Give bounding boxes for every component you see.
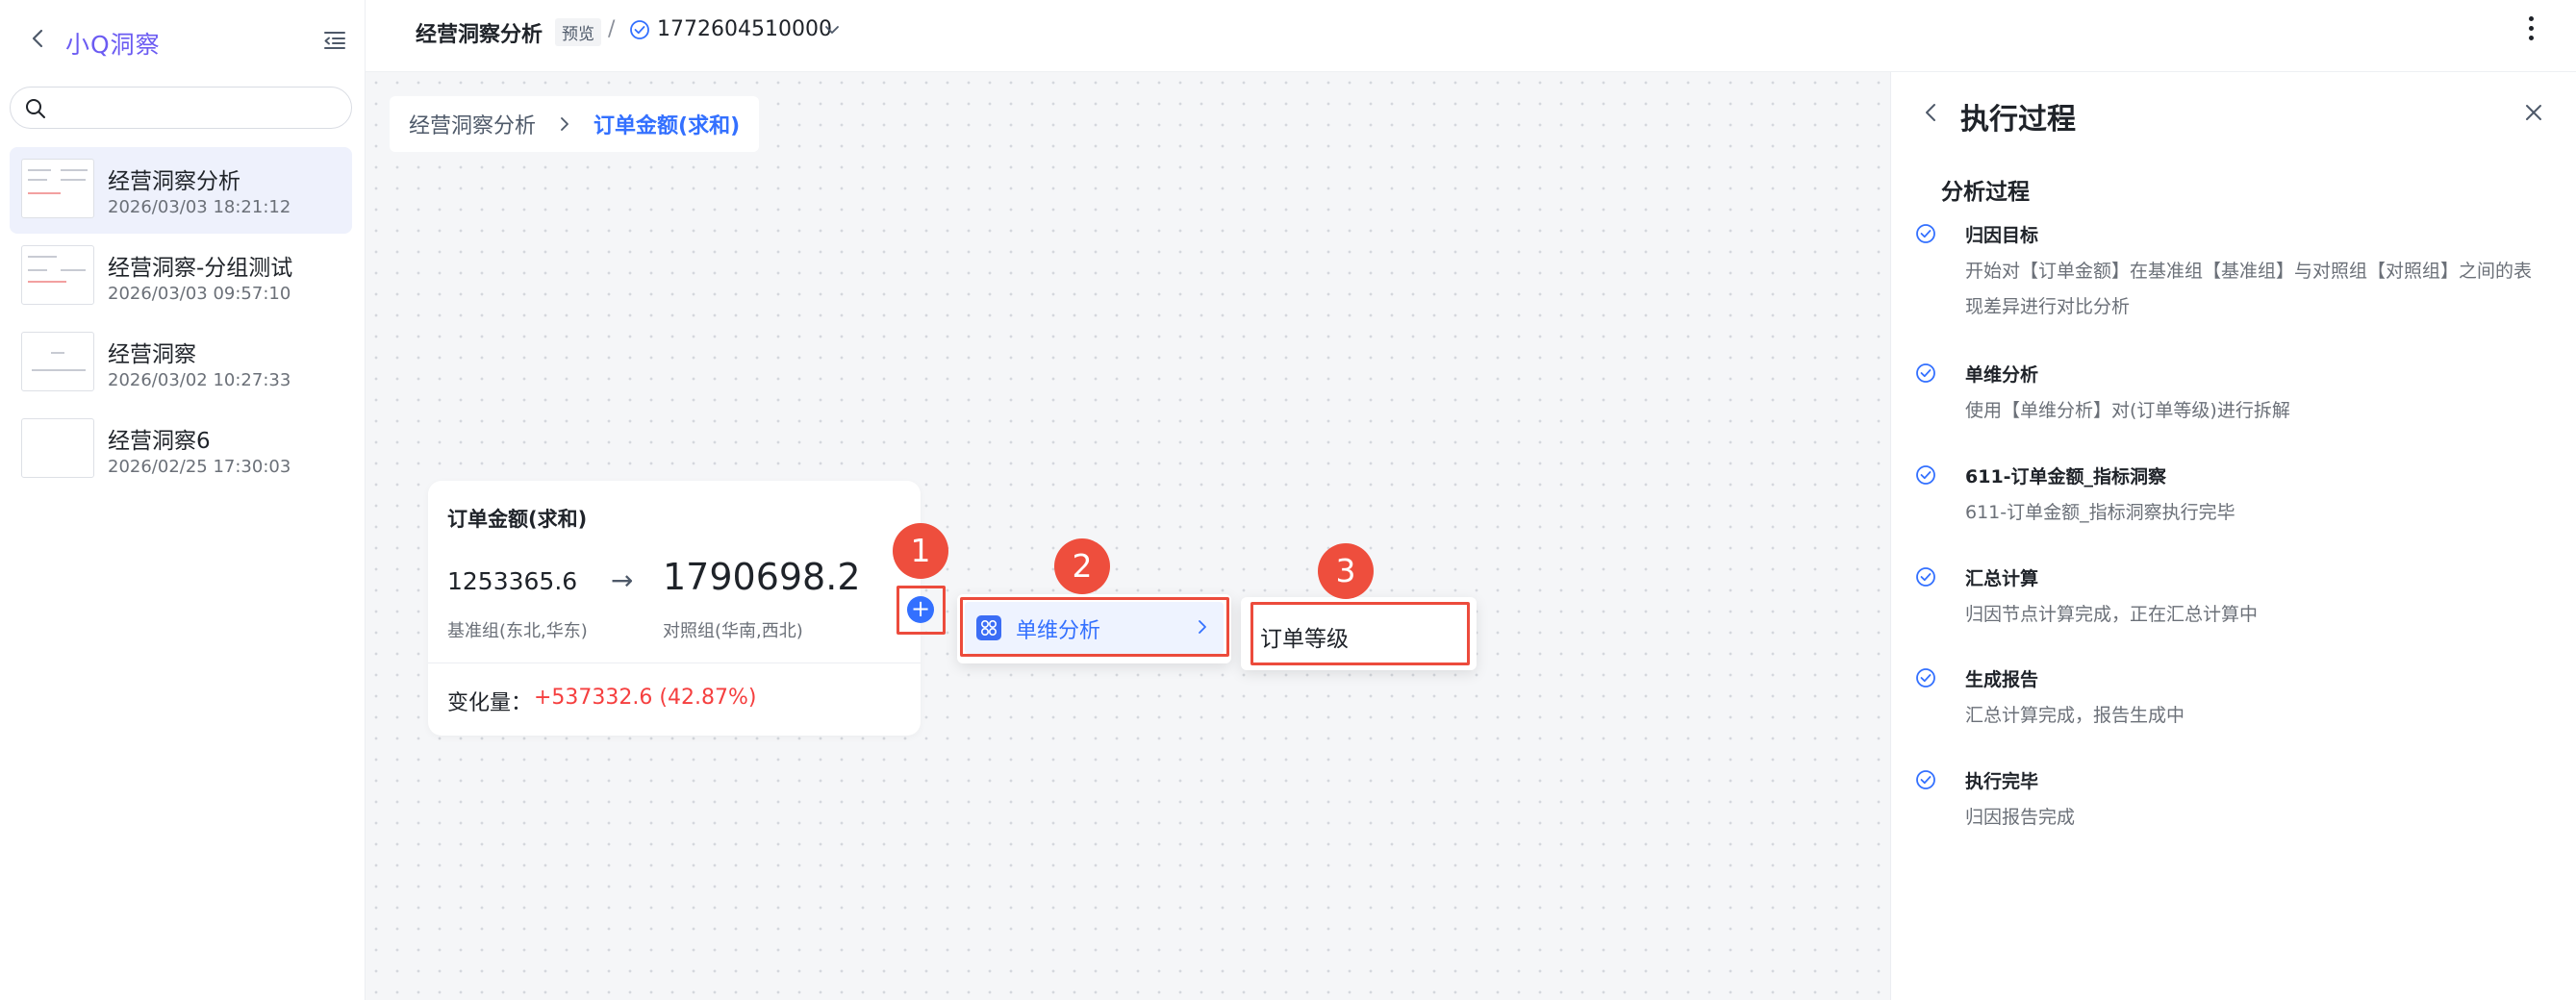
chevron-down-icon[interactable] [823,21,841,38]
divider [428,662,921,663]
check-circle-icon [1916,465,1935,485]
metric-node-card[interactable]: 订单金额(求和) 1253365.6 → 1790698.2 基准组(东北,华东… [428,481,921,736]
chevron-left-icon[interactable] [27,27,50,50]
session-item[interactable]: 经营洞察分析 2026/03/03 18:21:12 [10,147,352,234]
change-value: +537332.6 (42.87%) [534,686,757,710]
execution-panel: 执行过程 分析过程 归因目标 开始对【订单金额】在基准组【基准组】与对照组【对照… [1890,72,2576,1000]
close-icon[interactable] [2522,101,2545,124]
step-description: 汇总计算完成，报告生成中 [1965,705,2185,726]
session-item[interactable]: 经营洞察6 2026/02/25 17:30:03 [10,407,352,493]
breadcrumb-current: 订单金额(求和) [593,114,741,138]
step-marker: 2 [1054,538,1110,594]
step-description: 611-订单金额_指标洞察执行完毕 [1965,502,2235,523]
base-group-label: 基准组(东北,华东) [447,621,588,641]
search-icon [26,99,45,118]
step-marker: 3 [1318,543,1374,599]
step-description: 归因报告完成 [1965,807,2076,828]
version-selector[interactable]: 1772604510000 [657,17,832,41]
session-item[interactable]: 经营洞察 2026/03/02 10:27:33 [10,320,352,407]
step-title: 汇总计算 [1965,568,2039,589]
highlight-box [960,597,1229,657]
check-circle-icon [1916,363,1935,383]
check-circle-icon [1916,224,1935,243]
page-title: 经营洞察分析 [416,23,543,47]
breadcrumb: 经营洞察分析 订单金额(求和) [390,96,760,152]
panel-title: 执行过程 [1960,103,2076,137]
step-title: 生成报告 [1965,669,2039,690]
session-title: 经营洞察分析 [108,169,240,194]
step-title: 执行完毕 [1965,771,2039,792]
session-date: 2026/03/02 10:27:33 [108,370,291,390]
sidebar-header: 小Q洞察 [0,0,366,87]
session-thumbnail [21,418,94,478]
step-description: 开始对【订单金额】在基准组【基准组】与对照组【对照组】之间的表现差异进行对比分析 [1965,261,2533,317]
session-thumbnail [21,245,94,305]
session-thumbnail [21,332,94,391]
step-description: 归因节点计算完成，正在汇总计算中 [1965,604,2259,625]
step-title: 611-订单金额_指标洞察 [1965,466,2167,488]
panel-subtitle: 分析过程 [1941,180,2030,205]
session-title: 经营洞察-分组测试 [108,256,293,281]
preview-badge: 预览 [555,18,601,46]
search-box[interactable] [10,87,352,129]
node-title: 订单金额(求和) [447,508,588,531]
analysis-canvas[interactable]: 经营洞察分析 订单金额(求和) 订单金额(求和) 1253365.6 → 179… [366,72,1890,1000]
step-title: 归因目标 [1965,225,2039,246]
check-circle-icon [1916,770,1935,789]
top-bar: 经营洞察分析 预览 / 1772604510000 [366,0,2576,72]
step-marker: 1 [893,523,948,579]
session-item[interactable]: 经营洞察-分组测试 2026/03/03 09:57:10 [10,234,352,320]
session-title: 经营洞察6 [108,429,211,454]
sidebar: 小Q洞察 经营洞察分析 2026/03/03 18:21:12 经营洞察-分组测… [0,0,366,1000]
check-circle-icon [1916,668,1935,688]
compare-group-label: 对照组(华南,西北) [663,621,803,641]
step-description: 使用【单维分析】对(订单等级)进行拆解 [1965,400,2290,421]
chevron-left-icon[interactable] [1920,101,1943,124]
app-name: 小Q洞察 [65,31,161,59]
highlight-box [897,586,946,635]
change-label: 变化量： [447,691,533,715]
step-title: 单维分析 [1965,364,2039,386]
session-date: 2026/02/25 17:30:03 [108,457,291,477]
breadcrumb-separator: / [608,17,616,41]
compare-value: 1790698.2 [663,556,861,598]
session-date: 2026/03/03 09:57:10 [108,284,291,304]
session-title: 经营洞察 [108,342,196,367]
check-circle-icon [630,20,649,39]
session-date: 2026/03/03 18:21:12 [108,197,291,217]
breadcrumb-root[interactable]: 经营洞察分析 [409,109,536,139]
highlight-box [1250,602,1470,665]
more-menu-icon[interactable] [2525,13,2537,48]
collapse-sidebar-icon[interactable] [321,27,348,54]
chevron-right-icon [561,117,568,131]
base-value: 1253365.6 [447,567,578,595]
check-circle-icon [1916,567,1935,587]
arrow-right-icon: → [611,564,634,596]
session-thumbnail [21,159,94,218]
search-input[interactable] [59,93,338,122]
